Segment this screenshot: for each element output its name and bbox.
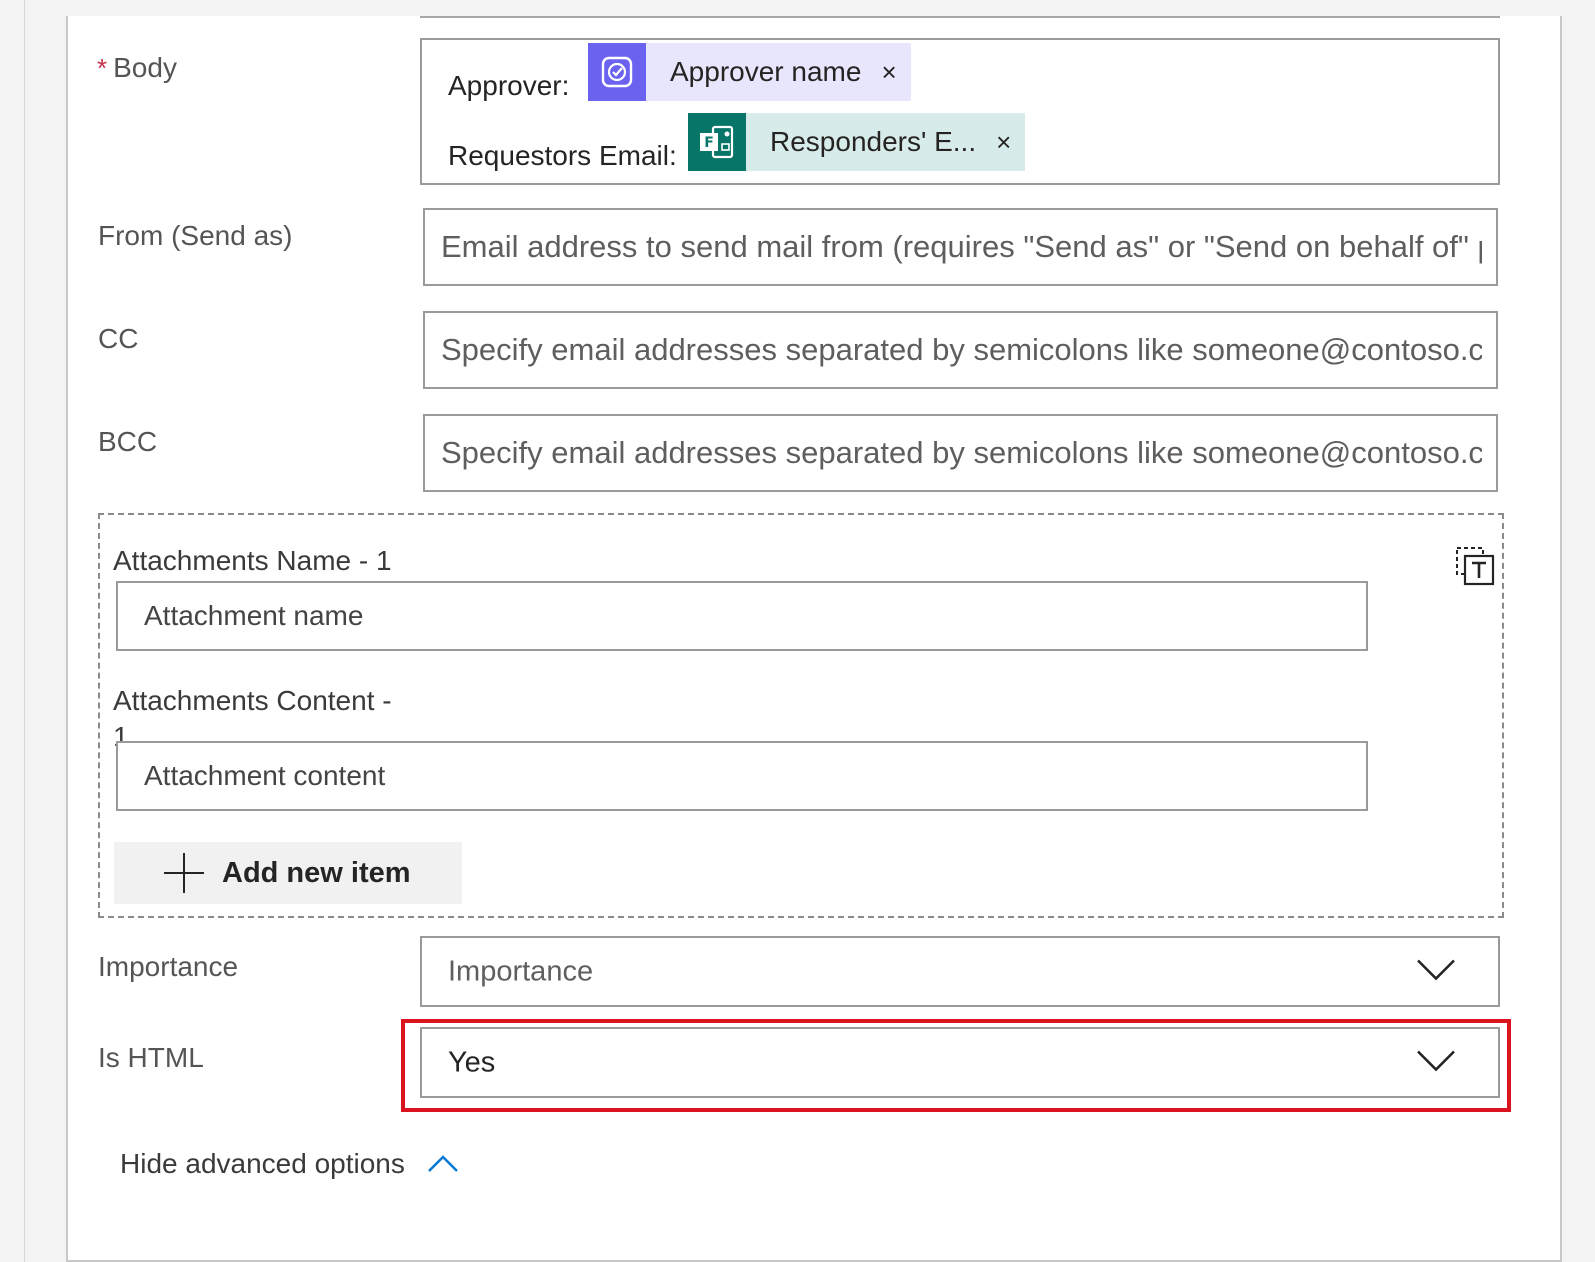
switch-to-text-mode-icon[interactable] [1454,545,1498,589]
approver-token-label: Approver name [670,56,862,87]
remove-token-icon[interactable]: × [996,127,1025,158]
bcc-label: BCC [98,426,158,457]
attachment-name-label: Attachments Name - 1 [113,545,392,576]
attachment-content-input[interactable]: Attachment content [116,741,1368,811]
attachment-content-label: Attachments Content - [113,685,392,716]
highlight-annotation [401,1019,1511,1112]
approver-prefix: Approver: [448,70,570,101]
from-placeholder: Email address to send mail from (require… [441,229,1482,264]
cc-placeholder: Specify email addresses separated by sem… [441,332,1482,367]
chevron-down-icon [1416,957,1456,986]
hide-advanced-options-link[interactable]: Hide advanced options [120,1148,459,1180]
cc-label: CC [98,323,139,354]
from-label: From (Send as) [98,220,293,251]
attachments-array: Attachments Name - 1 Attachment name Att… [98,513,1504,918]
left-divider [24,0,25,1262]
left-margin [0,0,24,1262]
from-input[interactable]: Email address to send mail from (require… [423,208,1498,286]
hide-advanced-options-label: Hide advanced options [120,1148,405,1179]
cc-input[interactable]: Specify email addresses separated by sem… [423,311,1498,389]
svg-text:F: F [704,135,714,151]
remove-token-icon[interactable]: × [881,57,910,88]
importance-placeholder: Importance [448,955,594,987]
bcc-placeholder: Specify email addresses separated by sem… [441,435,1482,470]
is-html-label: Is HTML [98,1042,204,1073]
importance-dropdown[interactable]: Importance [420,936,1500,1007]
plus-icon [162,851,206,895]
attachment-name-input[interactable]: Attachment name [116,581,1368,651]
body-editor[interactable]: Approver: Approver name × Requestors Ema… [420,38,1500,185]
approvals-icon [588,43,646,101]
responders-email-token[interactable]: F Responders' E... × [688,113,1026,171]
previous-field-border [420,16,1500,18]
bcc-input[interactable]: Specify email addresses separated by sem… [423,414,1498,492]
body-label-text: Body [113,52,177,83]
requestors-email-prefix: Requestors Email: [448,140,677,171]
attachment-content-placeholder: Attachment content [144,760,386,791]
attachment-name-placeholder: Attachment name [144,600,364,631]
chevron-up-icon [427,1148,459,1180]
body-label: * Body [97,52,177,84]
add-new-item-label: Add new item [222,856,411,889]
approver-name-token[interactable]: Approver name × [588,43,911,101]
required-marker: * [97,53,108,83]
importance-label: Importance [98,951,239,982]
add-new-item-button[interactable]: Add new item [114,842,462,904]
responders-token-label: Responders' E... [770,126,977,157]
forms-icon: F [688,113,746,171]
